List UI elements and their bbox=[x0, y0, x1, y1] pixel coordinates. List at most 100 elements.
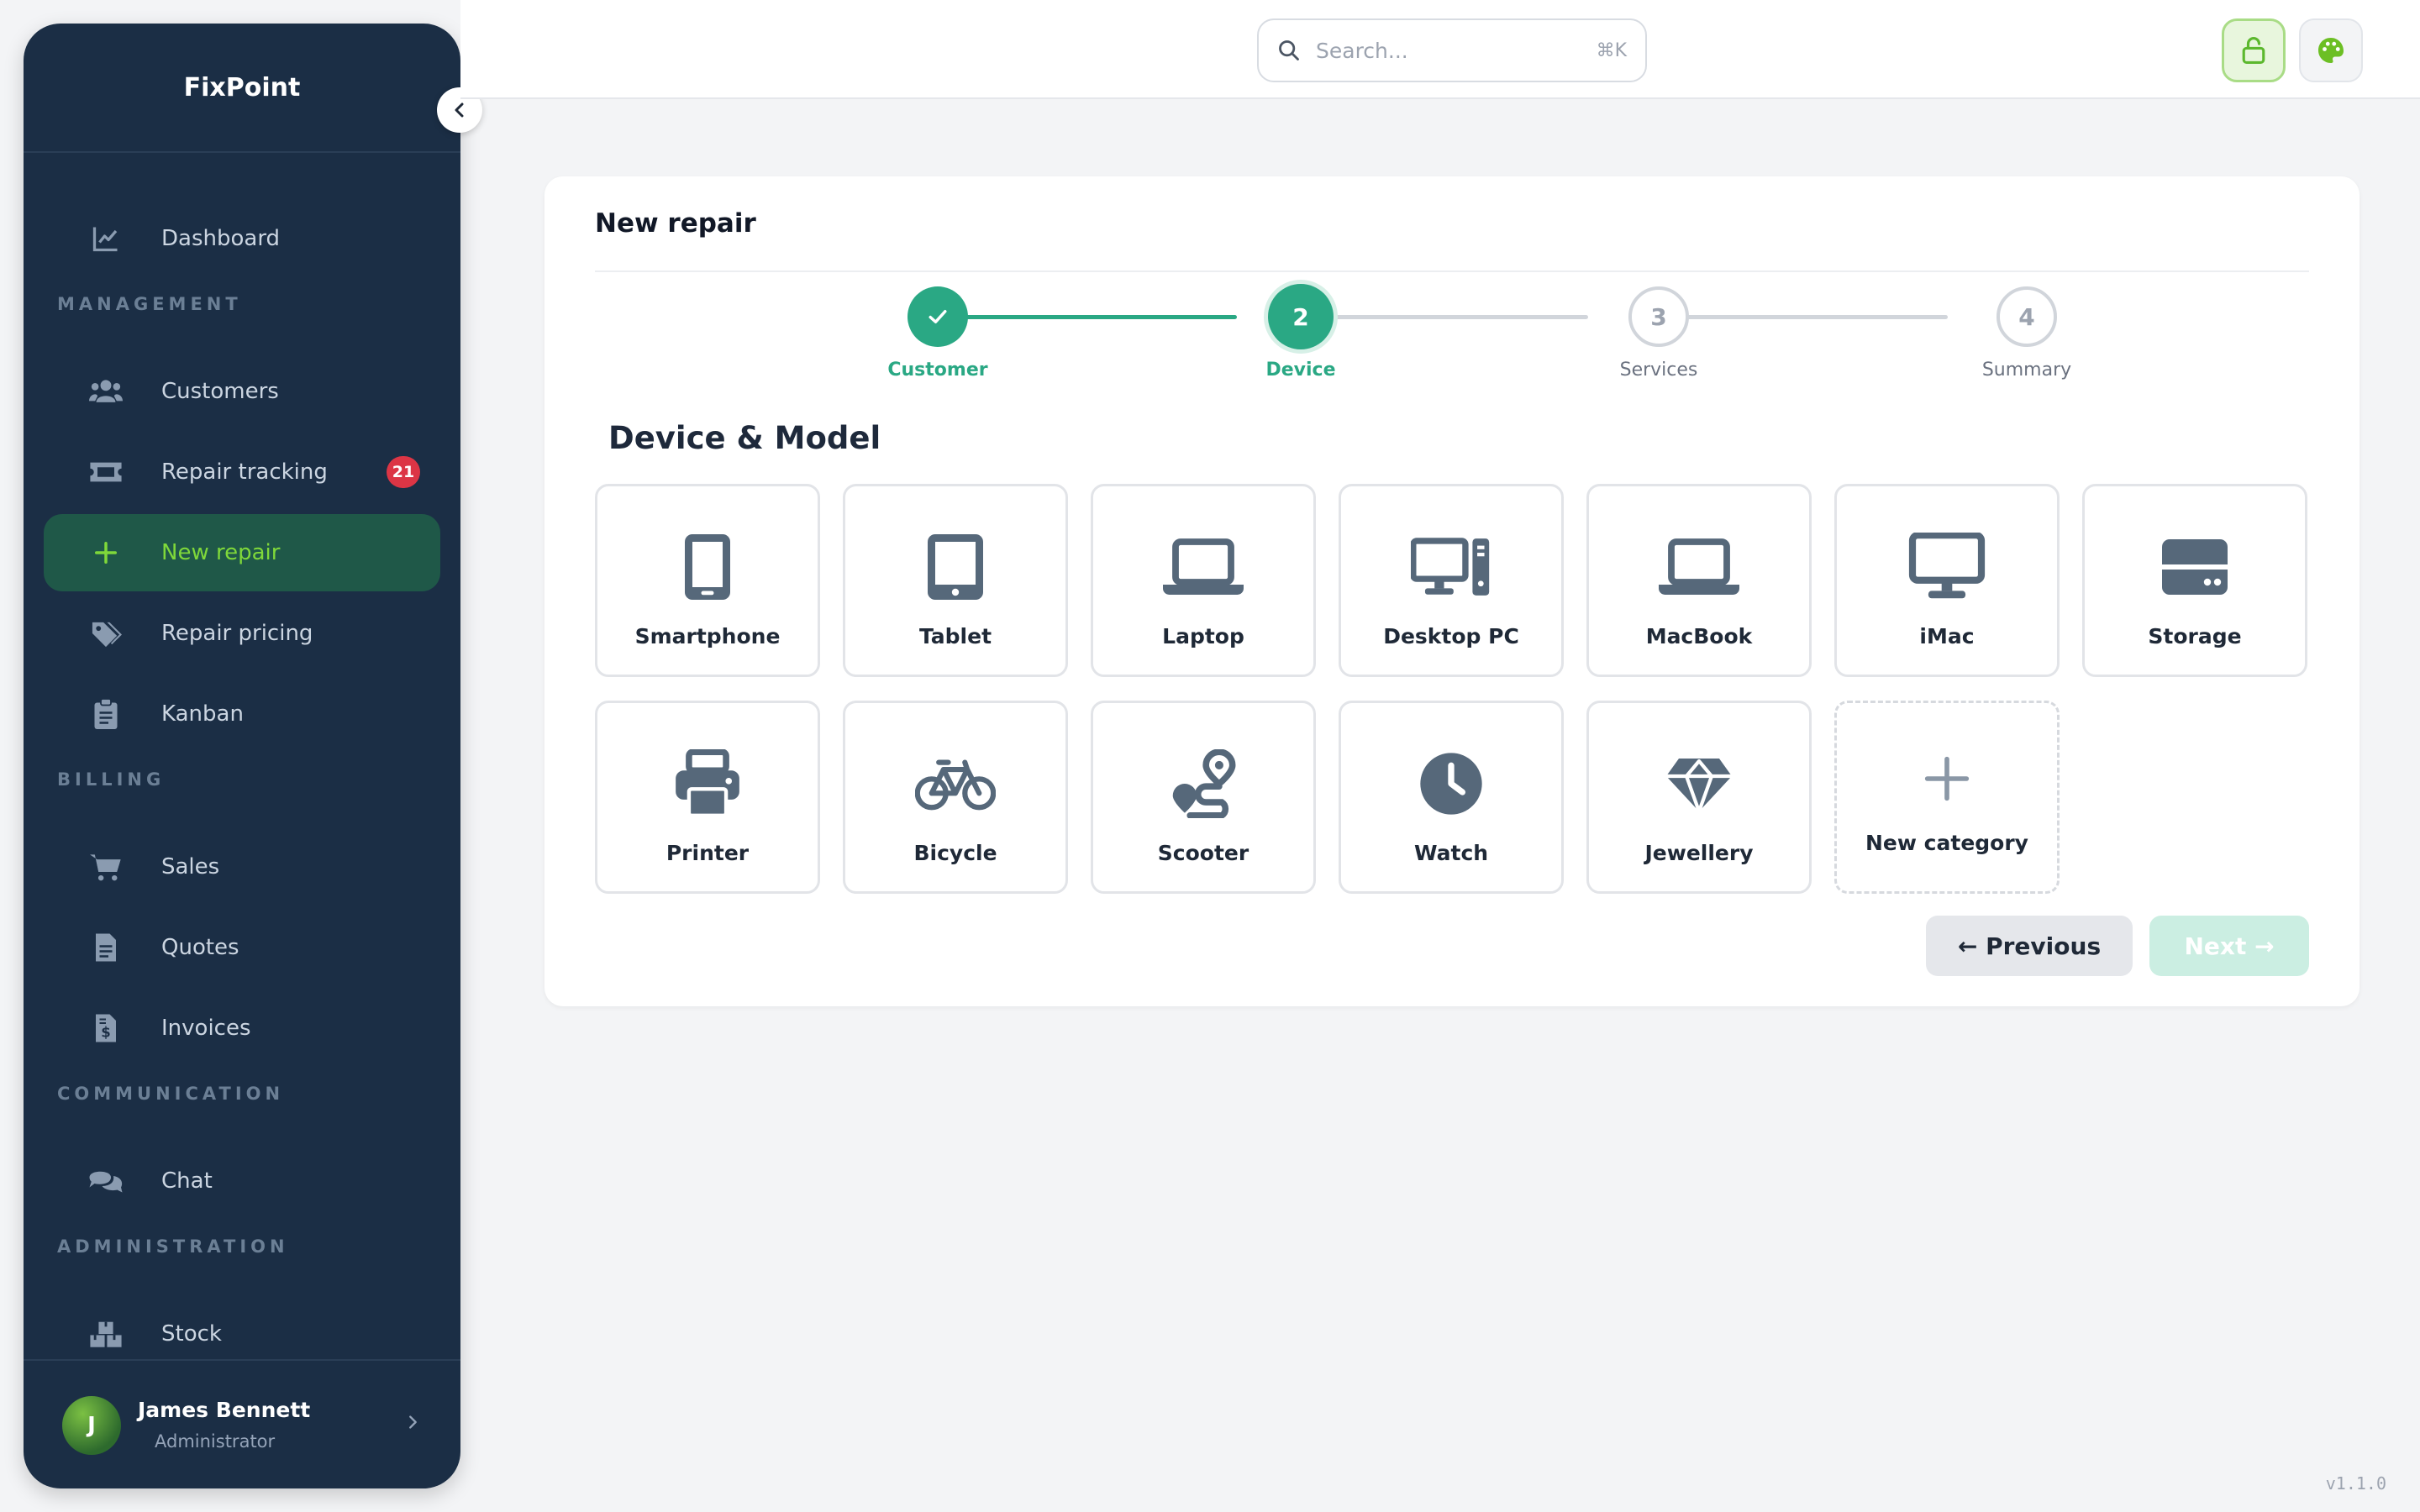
category-scooter[interactable]: Scooter bbox=[1091, 701, 1316, 894]
step-services[interactable]: 3 bbox=[1628, 286, 1689, 347]
step-device[interactable]: 2 bbox=[1268, 284, 1334, 349]
gem-icon bbox=[1659, 743, 1739, 824]
category-label: MacBook bbox=[1645, 624, 1753, 648]
category-label: Jewellery bbox=[1644, 841, 1754, 865]
sidebar-item-repair-tracking[interactable]: Repair tracking 21 bbox=[44, 433, 440, 511]
category-storage[interactable]: Storage bbox=[2082, 484, 2307, 677]
step-label: Summary bbox=[1981, 360, 2072, 381]
category-label: Bicycle bbox=[913, 841, 997, 865]
sidebar-item-sales[interactable]: Sales bbox=[44, 828, 440, 906]
divider bbox=[595, 270, 2309, 272]
lock-button[interactable] bbox=[2222, 18, 2286, 82]
next-button[interactable]: Next → bbox=[2149, 916, 2309, 976]
smartphone-icon bbox=[667, 527, 748, 607]
category-label: Storage bbox=[2148, 624, 2242, 648]
step-summary[interactable]: 4 bbox=[1996, 286, 2057, 347]
category-label: Laptop bbox=[1162, 624, 1244, 648]
sidebar: FixPoint Dashboard MANAGEMENT Customers … bbox=[24, 24, 482, 1488]
cart-icon bbox=[86, 847, 126, 887]
sidebar-item-label: Quotes bbox=[161, 935, 239, 960]
invoice-dollar-icon: $ bbox=[86, 1008, 126, 1048]
sidebar-item-kanban[interactable]: Kanban bbox=[44, 675, 440, 753]
category-macbook[interactable]: MacBook bbox=[1586, 484, 1812, 677]
section-label-billing: BILLING bbox=[57, 769, 166, 790]
monitor-icon bbox=[1907, 527, 1987, 607]
laptop-icon bbox=[1163, 527, 1244, 607]
sidebar-item-customers[interactable]: Customers bbox=[44, 353, 440, 430]
comments-icon bbox=[86, 1161, 126, 1201]
step-label: Services bbox=[1619, 360, 1698, 381]
sidebar-item-label: Stock bbox=[161, 1321, 222, 1347]
step-label: Customer bbox=[887, 360, 988, 381]
route-icon bbox=[1163, 743, 1244, 824]
boxes-icon bbox=[86, 1314, 126, 1354]
category-label: New category bbox=[1865, 831, 2028, 855]
category-label: iMac bbox=[1919, 624, 1975, 648]
sidebar-item-label: Customers bbox=[161, 379, 279, 404]
desktop-pc-icon bbox=[1411, 527, 1491, 607]
category-label: Watch bbox=[1413, 841, 1489, 865]
file-icon bbox=[86, 927, 126, 968]
sidebar-item-new-repair[interactable]: New repair bbox=[44, 514, 440, 591]
sidebar-item-stock[interactable]: Stock bbox=[44, 1295, 440, 1373]
users-icon bbox=[86, 371, 126, 412]
unlock-icon bbox=[2242, 37, 2265, 64]
palette-icon bbox=[2318, 38, 2344, 63]
sidebar-item-dashboard[interactable]: Dashboard bbox=[44, 200, 440, 277]
sidebar-item-label: Dashboard bbox=[161, 226, 281, 251]
search-input[interactable]: Search... bbox=[1316, 39, 1408, 63]
sidebar-item-chat[interactable]: Chat bbox=[44, 1142, 440, 1220]
plus-icon bbox=[86, 533, 126, 573]
chevron-right-icon[interactable] bbox=[403, 1411, 422, 1436]
hard-drive-icon bbox=[2154, 527, 2235, 607]
category-label: Desktop PC bbox=[1383, 624, 1519, 648]
user-name: James Bennett bbox=[138, 1398, 311, 1422]
sidebar-item-quotes[interactable]: Quotes bbox=[44, 909, 440, 986]
stepper-connector bbox=[1307, 315, 1588, 319]
sidebar-item-label: Invoices bbox=[161, 1016, 251, 1041]
clipboard-icon bbox=[86, 694, 126, 734]
brand-logo[interactable]: FixPoint bbox=[24, 24, 460, 153]
search-icon bbox=[1277, 39, 1301, 62]
sidebar-item-repair-pricing[interactable]: Repair pricing bbox=[44, 595, 440, 672]
category-label: Printer bbox=[666, 841, 750, 865]
category-bicycle[interactable]: Bicycle bbox=[843, 701, 1068, 894]
category-jewellery[interactable]: Jewellery bbox=[1586, 701, 1812, 894]
section-title: Device & Model bbox=[608, 420, 881, 456]
new-category-button[interactable]: New category bbox=[1834, 701, 2060, 894]
page-title: New repair bbox=[595, 208, 756, 239]
category-tablet[interactable]: Tablet bbox=[843, 484, 1068, 677]
clock-icon bbox=[1411, 743, 1491, 824]
ticket-icon bbox=[86, 452, 126, 492]
category-desktop-pc[interactable]: Desktop PC bbox=[1339, 484, 1564, 677]
section-label-administration: ADMINISTRATION bbox=[57, 1236, 289, 1257]
plus-icon bbox=[1907, 743, 1987, 814]
section-label-management: MANAGEMENT bbox=[57, 294, 242, 314]
avatar[interactable]: J bbox=[62, 1396, 121, 1455]
sidebar-item-label: Repair pricing bbox=[161, 621, 313, 646]
tags-icon bbox=[86, 613, 126, 654]
repair-count-badge: 21 bbox=[387, 456, 420, 488]
category-laptop[interactable]: Laptop bbox=[1091, 484, 1316, 677]
sidebar-item-invoices[interactable]: $ Invoices bbox=[44, 990, 440, 1067]
theme-button[interactable] bbox=[2299, 18, 2363, 82]
search-shortcut: ⌘K bbox=[1596, 39, 1627, 61]
search-bar[interactable]: Search... ⌘K bbox=[1257, 18, 1647, 82]
sidebar-item-label: New repair bbox=[161, 540, 281, 565]
check-icon bbox=[929, 310, 947, 323]
user-role: Administrator bbox=[155, 1431, 276, 1452]
sidebar-item-label: Sales bbox=[161, 854, 220, 879]
printer-icon bbox=[667, 743, 748, 824]
previous-button[interactable]: ← Previous bbox=[1926, 916, 2133, 976]
step-customer[interactable] bbox=[908, 286, 968, 347]
stepper-connector bbox=[1670, 315, 1948, 319]
version-label: v1.1.0 bbox=[2325, 1473, 2386, 1494]
chevron-left-icon bbox=[455, 102, 464, 118]
category-watch[interactable]: Watch bbox=[1339, 701, 1564, 894]
divider bbox=[24, 1359, 460, 1361]
category-imac[interactable]: iMac bbox=[1834, 484, 2060, 677]
stepper-connector bbox=[956, 315, 1237, 319]
tablet-icon bbox=[915, 527, 996, 607]
category-printer[interactable]: Printer bbox=[595, 701, 820, 894]
category-smartphone[interactable]: Smartphone bbox=[595, 484, 820, 677]
